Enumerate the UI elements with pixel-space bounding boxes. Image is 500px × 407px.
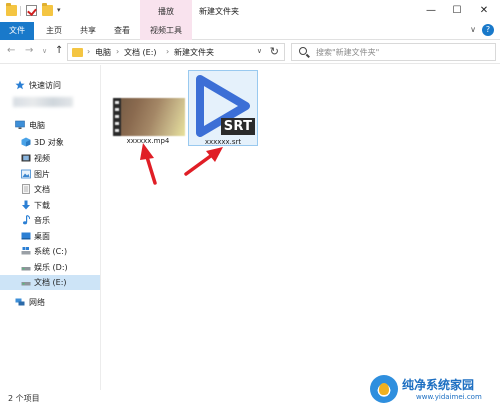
context-tab-group: 播放 [140, 0, 192, 22]
star-icon [15, 80, 25, 90]
film-strip-left [113, 98, 121, 136]
recent-locations-icon[interactable]: ∨ [42, 47, 47, 55]
new-folder-icon[interactable] [42, 3, 53, 16]
nav-drive-d[interactable]: 娱乐 (D:) [0, 260, 100, 275]
breadcrumb-drive-e[interactable]: 文档 (E:) [124, 47, 157, 58]
drive-icon [21, 267, 31, 271]
film-icon [21, 154, 31, 162]
blurred-recent-items [13, 97, 73, 107]
nav-documents[interactable]: 文档 [0, 182, 100, 197]
context-tab-group-label: 播放 [158, 7, 174, 16]
cube-icon [21, 137, 31, 147]
file-name-srt[interactable]: xxxxxx.srt [189, 138, 257, 146]
tab-file[interactable]: 文件 [0, 22, 34, 40]
nav-drive-e[interactable]: 文档 (E:) [0, 275, 100, 290]
tab-share[interactable]: 共享 [74, 22, 102, 40]
nav-downloads-label: 下载 [34, 201, 50, 210]
nav-network-label: 网络 [29, 298, 45, 307]
system-drive-icon [21, 247, 31, 255]
nav-downloads[interactable]: 下载 [0, 198, 100, 213]
ribbon-collapse-icon[interactable]: ∨ [470, 25, 476, 34]
refresh-icon[interactable]: ↻ [270, 45, 279, 58]
nav-drive-c[interactable]: 系统 (C:) [0, 244, 100, 259]
music-note-icon [23, 215, 31, 225]
address-bar[interactable]: › 电脑 › 文档 (E:) › 新建文件夹 ∨ ↻ [67, 43, 285, 61]
tab-view[interactable]: 查看 [108, 22, 136, 40]
watermark-logo-icon [370, 375, 398, 403]
nav-network[interactable]: 网络 [0, 295, 100, 310]
file-item-mp4[interactable]: xxxxxx.mp4 [102, 65, 192, 155]
nav-music[interactable]: 音乐 [0, 213, 100, 228]
breadcrumb-new-folder[interactable]: 新建文件夹 [174, 47, 214, 58]
close-button[interactable]: ✕ [461, 0, 500, 22]
nav-quick-access-label: 快速访问 [29, 81, 61, 90]
picture-icon [21, 169, 31, 179]
back-arrow-icon[interactable]: ← [7, 45, 15, 56]
title-bar: ▾ 播放 新建文件夹 — ☐ ✕ [0, 0, 500, 22]
download-arrow-icon [22, 200, 30, 210]
nav-music-label: 音乐 [34, 216, 50, 225]
properties-icon[interactable] [26, 5, 37, 16]
computer-icon [15, 120, 25, 129]
help-icon[interactable]: ? [482, 24, 494, 36]
watermark: 纯净系统家园 www.yidaimei.com [368, 372, 500, 407]
tab-home[interactable]: 主页 [40, 22, 68, 40]
srt-badge: SRT [221, 118, 255, 135]
nav-pictures[interactable]: 图片 [0, 167, 100, 182]
nav-quick-access[interactable]: 快速访问 [0, 78, 100, 93]
nav-videos[interactable]: 视频 [0, 151, 100, 166]
search-input[interactable]: 搜索"新建文件夹" [291, 43, 496, 61]
nav-pictures-label: 图片 [34, 170, 50, 179]
nav-desktop-label: 桌面 [34, 232, 50, 241]
file-item-srt[interactable]: SRT xxxxxx.srt [188, 70, 258, 146]
tab-video-tools[interactable]: 视频工具 [140, 22, 192, 40]
nav-drive-d-label: 娱乐 (D:) [34, 263, 68, 272]
ribbon-tabs: 文件 主页 共享 查看 视频工具 ∨ ? [0, 22, 500, 40]
breadcrumb-this-pc[interactable]: 电脑 [95, 47, 111, 58]
up-arrow-icon[interactable]: ↑ [55, 45, 63, 56]
nav-videos-label: 视频 [34, 154, 50, 163]
desktop-icon [21, 232, 31, 240]
nav-this-pc[interactable]: 电脑 [0, 118, 100, 133]
navigation-pane: 快速访问 电脑 3D 对象 视频 图片 文档 下载 音乐 桌面 系统 (C:) … [0, 65, 101, 390]
quick-access-separator [20, 6, 21, 16]
drive-icon [21, 282, 31, 286]
address-row: ← → ∨ ↑ › 电脑 › 文档 (E:) › 新建文件夹 ∨ ↻ 搜索"新建… [0, 40, 500, 64]
document-icon [22, 184, 30, 194]
nav-drive-c-label: 系统 (C:) [34, 247, 68, 256]
nav-this-pc-label: 电脑 [29, 121, 45, 130]
forward-arrow-icon[interactable]: → [25, 45, 33, 56]
video-thumbnail-icon [113, 98, 185, 136]
nav-3d-objects[interactable]: 3D 对象 [0, 135, 100, 150]
network-icon [15, 298, 25, 306]
item-count: 2 个项目 [8, 394, 40, 403]
nav-3d-objects-label: 3D 对象 [34, 138, 64, 147]
search-placeholder: 搜索"新建文件夹" [316, 48, 380, 57]
breadcrumb-separator: › [87, 47, 91, 56]
watermark-title: 纯净系统家园 [402, 378, 475, 392]
breadcrumb-separator: › [116, 47, 120, 56]
file-list-area[interactable]: xxxxxx.mp4 SRT xxxxxx.srt [102, 65, 500, 390]
address-folder-icon [72, 48, 83, 57]
breadcrumb-separator: › [166, 47, 170, 56]
nav-documents-label: 文档 [34, 185, 50, 194]
address-dropdown-icon[interactable]: ∨ [257, 47, 262, 55]
file-name-mp4[interactable]: xxxxxx.mp4 [108, 137, 188, 145]
nav-drive-e-label: 文档 (E:) [34, 278, 67, 287]
folder-icon [6, 3, 17, 16]
window-title: 新建文件夹 [199, 7, 239, 16]
search-icon [299, 47, 307, 55]
nav-desktop[interactable]: 桌面 [0, 229, 100, 244]
watermark-url: www.yidaimei.com [416, 393, 482, 401]
quick-access-dropdown-icon[interactable]: ▾ [57, 6, 61, 14]
